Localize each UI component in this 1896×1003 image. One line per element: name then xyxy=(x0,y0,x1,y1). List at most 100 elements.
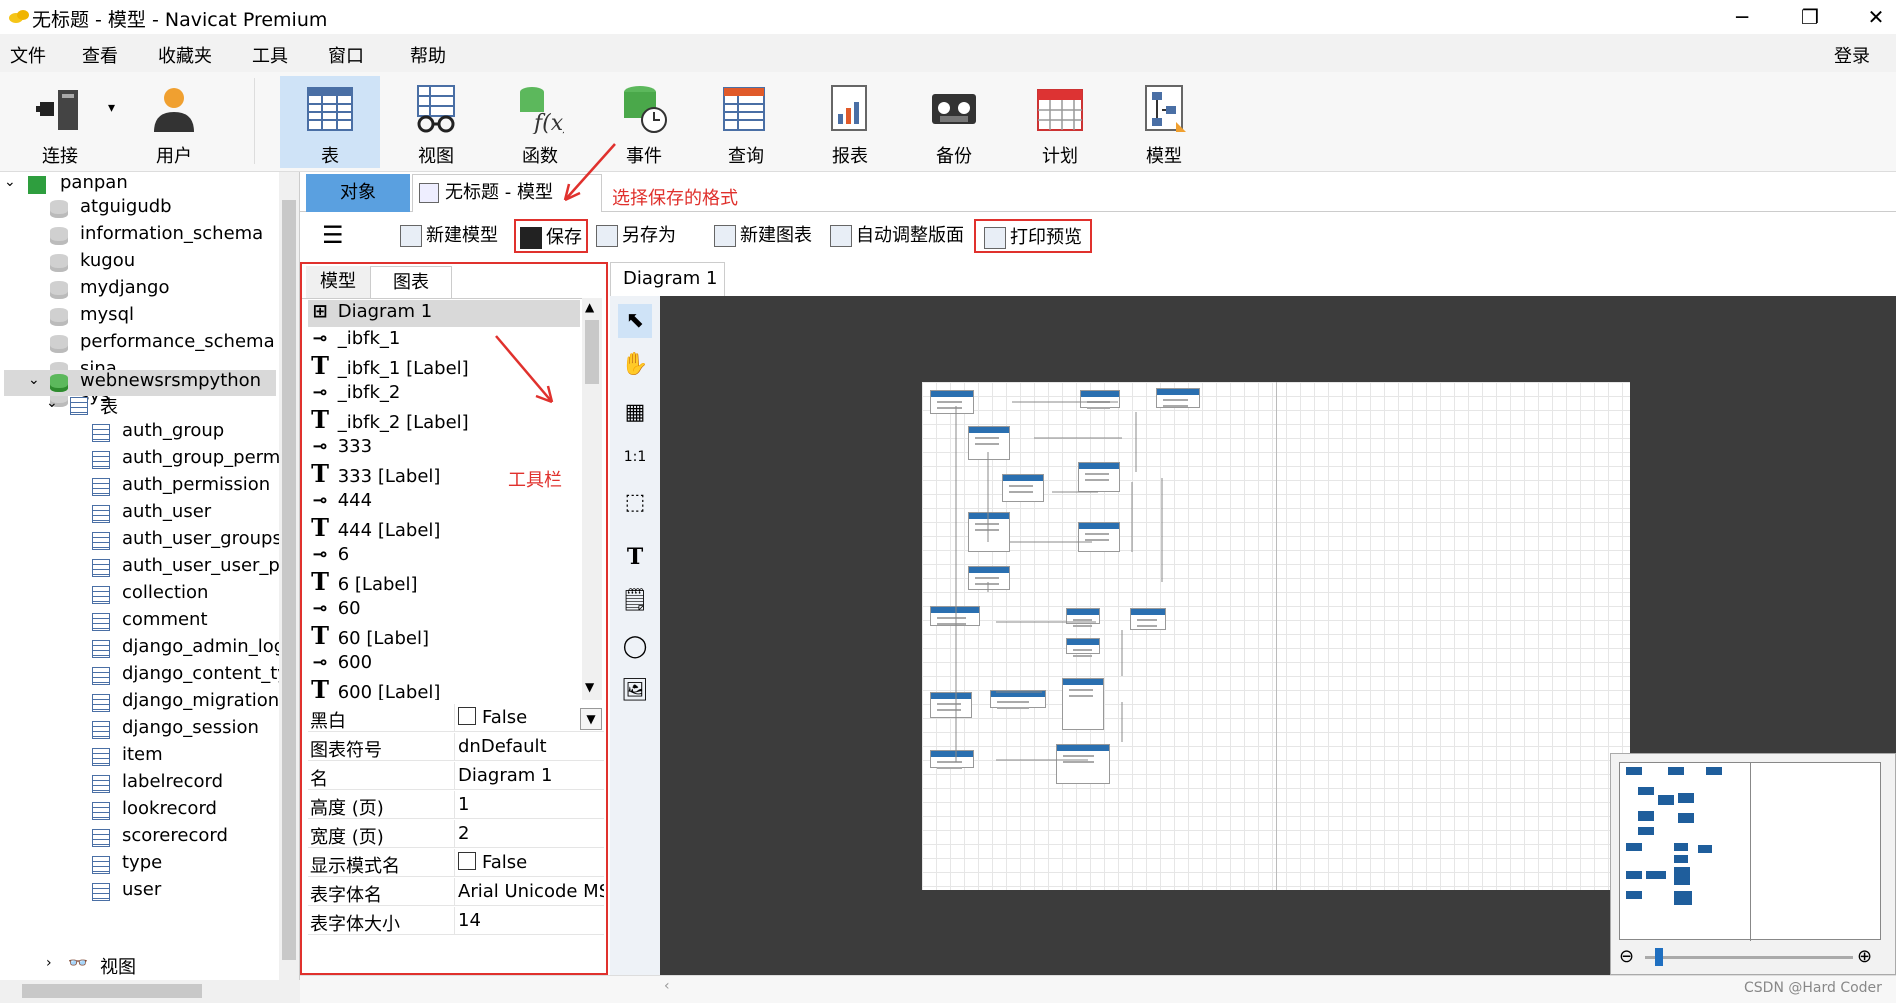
property-row[interactable]: 黑白 False xyxy=(308,704,604,732)
chevron-down-icon[interactable]: ⌄ xyxy=(28,372,40,388)
query-icon xyxy=(723,87,765,131)
property-row[interactable]: 表字体名 Arial Unicode MS xyxy=(308,878,604,906)
save-button[interactable]: 保存 xyxy=(514,219,588,253)
table-folder-icon xyxy=(70,397,88,415)
chevron-down-icon[interactable]: ⌄ xyxy=(4,174,16,190)
schedule-button[interactable]: 计划 xyxy=(1010,76,1110,168)
diagram-object-item[interactable]: ⊸ _ibfk_2 xyxy=(308,381,400,408)
hamburger-menu-icon[interactable]: ☰ xyxy=(322,221,344,249)
zoom-slider-track[interactable] xyxy=(1645,956,1853,959)
tree-active-db[interactable]: ⌄ webnewsrsmpython xyxy=(4,370,276,396)
canvas-horizontal-scrollbar[interactable]: ‹ CSDN @Hard Coder xyxy=(300,975,1896,1003)
property-row[interactable]: 名 Diagram 1 xyxy=(308,762,604,790)
scroll-up-icon[interactable]: ▲ xyxy=(585,300,594,314)
diagram-object-item[interactable]: T 444 [Label] xyxy=(308,516,440,543)
property-row[interactable]: 高度 (页) 1 xyxy=(308,791,604,819)
maximize-button[interactable]: ❐ xyxy=(1790,4,1830,30)
user-button[interactable]: 用户 xyxy=(124,76,224,168)
tab-model-list[interactable]: 模型 xyxy=(306,266,370,298)
diagram-object-item[interactable]: T 60 [Label] xyxy=(308,624,429,651)
diagram-object-item[interactable]: ⊸ _ibfk_1 xyxy=(308,327,400,354)
diagram-object-item[interactable]: T 600 [Label] xyxy=(308,678,440,701)
tab-diagram-1[interactable]: Diagram 1 xyxy=(610,262,725,296)
model-button[interactable]: 模型 xyxy=(1114,76,1214,168)
scroll-left-icon[interactable]: ‹ xyxy=(664,978,670,994)
window-title: 无标题 - 模型 - Navicat Premium xyxy=(32,9,328,31)
minimap[interactable]: ⊖ ⊕ xyxy=(1610,753,1896,975)
diagram-object-item[interactable]: ⊸ 444 xyxy=(308,489,372,516)
auto-layout-button[interactable]: 自动调整版面 xyxy=(830,219,964,253)
diagram-object-item[interactable]: T 6 [Label] xyxy=(308,570,417,597)
new-diagram-button[interactable]: 新建图表 xyxy=(714,219,812,253)
checkbox[interactable] xyxy=(458,707,476,725)
hand-tool-icon[interactable]: ✋ xyxy=(618,348,652,382)
diagram-object-item[interactable]: T _ibfk_2 [Label] xyxy=(308,408,469,435)
label-icon: T xyxy=(311,459,329,488)
minimize-button[interactable]: ─ xyxy=(1722,4,1762,30)
checkbox[interactable] xyxy=(458,852,476,870)
toolbar-panel: 模型 图表 ⊞ Diagram 1 ⊸ _ibfk_1 T _ibfk_1 [Lab… xyxy=(300,262,608,975)
relation-icon: ⊸ xyxy=(312,436,328,457)
database-icon xyxy=(50,374,68,392)
property-row[interactable]: 显示模式名 False xyxy=(308,849,604,877)
zoom-slider-thumb[interactable] xyxy=(1655,948,1663,966)
minimap-block xyxy=(1698,845,1712,853)
connect-button[interactable]: 连接 xyxy=(10,76,110,168)
pointer-tool-icon[interactable]: ⬉ xyxy=(618,304,652,338)
diagram-page[interactable] xyxy=(922,382,1630,890)
menu-file[interactable]: 文件 xyxy=(10,42,46,68)
menu-view[interactable]: 查看 xyxy=(82,42,118,68)
diagram-object-item[interactable]: ⊞ Diagram 1 xyxy=(308,300,580,327)
login-link[interactable]: 登录 xyxy=(1834,42,1870,68)
chevron-right-icon[interactable]: › xyxy=(46,955,52,971)
diagram-object-item[interactable]: ⊸ 333 xyxy=(308,435,372,462)
tree-hscroll-thumb[interactable] xyxy=(22,984,202,998)
new-model-button[interactable]: 新建模型 xyxy=(400,219,498,253)
menu-tools[interactable]: 工具 xyxy=(252,42,288,68)
property-row[interactable]: 宽度 (页) 2 xyxy=(308,820,604,848)
watermark: CSDN @Hard Coder xyxy=(1744,980,1882,996)
view-button[interactable]: 视图 xyxy=(386,76,486,168)
new-table-tool-icon[interactable]: ▦ xyxy=(618,396,652,430)
menu-window[interactable]: 窗口 xyxy=(328,42,364,68)
layer-tool-icon[interactable]: ⬚ xyxy=(618,486,652,520)
connect-dropdown-icon[interactable]: ▾ xyxy=(108,100,115,116)
property-row[interactable]: 图表符号 dnDefault xyxy=(308,733,604,761)
menu-favorites[interactable]: 收藏夹 xyxy=(158,42,212,68)
table-icon xyxy=(92,829,110,847)
diagram-object-item[interactable]: ⊸ 600 xyxy=(308,651,372,678)
shape-tool-icon[interactable]: ◯ xyxy=(618,630,652,664)
property-row[interactable]: 表字体大小 14 xyxy=(308,907,604,935)
table-button[interactable]: 表 xyxy=(280,76,380,168)
scroll-down-icon[interactable]: ▼ xyxy=(585,680,594,694)
image-tool-icon[interactable]: 🖼 xyxy=(618,674,652,708)
tree-horizontal-scrollbar[interactable] xyxy=(0,980,300,1003)
tab-diagram-list[interactable]: 图表 xyxy=(370,266,452,298)
menu-help[interactable]: 帮助 xyxy=(410,42,446,68)
minimap-block xyxy=(1638,787,1654,795)
report-button[interactable]: 报表 xyxy=(800,76,900,168)
note-tool-icon[interactable]: 🗒 xyxy=(618,584,652,618)
backup-button[interactable]: 备份 xyxy=(904,76,1004,168)
object-list-scrollbar[interactable]: ▲ ▼ xyxy=(582,298,602,700)
tab-objects[interactable]: 对象 xyxy=(306,174,410,212)
close-button[interactable]: ✕ xyxy=(1856,4,1896,30)
diagram-object-item[interactable]: ⊸ 6 xyxy=(308,543,349,570)
chevron-down-icon[interactable]: ▼ xyxy=(580,708,602,730)
zoom-in-icon[interactable]: ⊕ xyxy=(1857,946,1872,967)
zoom-out-icon[interactable]: ⊖ xyxy=(1619,946,1634,967)
relation-tool-icon[interactable]: 1:1 xyxy=(618,440,652,474)
tree-vertical-scrollbar[interactable] xyxy=(279,172,299,980)
chevron-down-icon[interactable]: ⌄ xyxy=(46,395,58,411)
tree-scroll-thumb[interactable] xyxy=(282,200,296,960)
query-button[interactable]: 查询 xyxy=(696,76,796,168)
text-tool-icon[interactable]: T xyxy=(618,540,652,574)
object-list-scroll-thumb[interactable] xyxy=(585,320,599,384)
save-as-icon xyxy=(596,225,618,247)
diagram-object-item[interactable]: ⊸ 60 xyxy=(308,597,360,624)
save-as-button[interactable]: 另存为 xyxy=(596,219,676,253)
diagram-object-item[interactable]: T 333 [Label] xyxy=(308,462,440,489)
plug-icon xyxy=(36,90,78,130)
print-preview-button[interactable]: 打印预览 xyxy=(974,219,1092,253)
diagram-object-item[interactable]: T _ibfk_1 [Label] xyxy=(308,354,469,381)
